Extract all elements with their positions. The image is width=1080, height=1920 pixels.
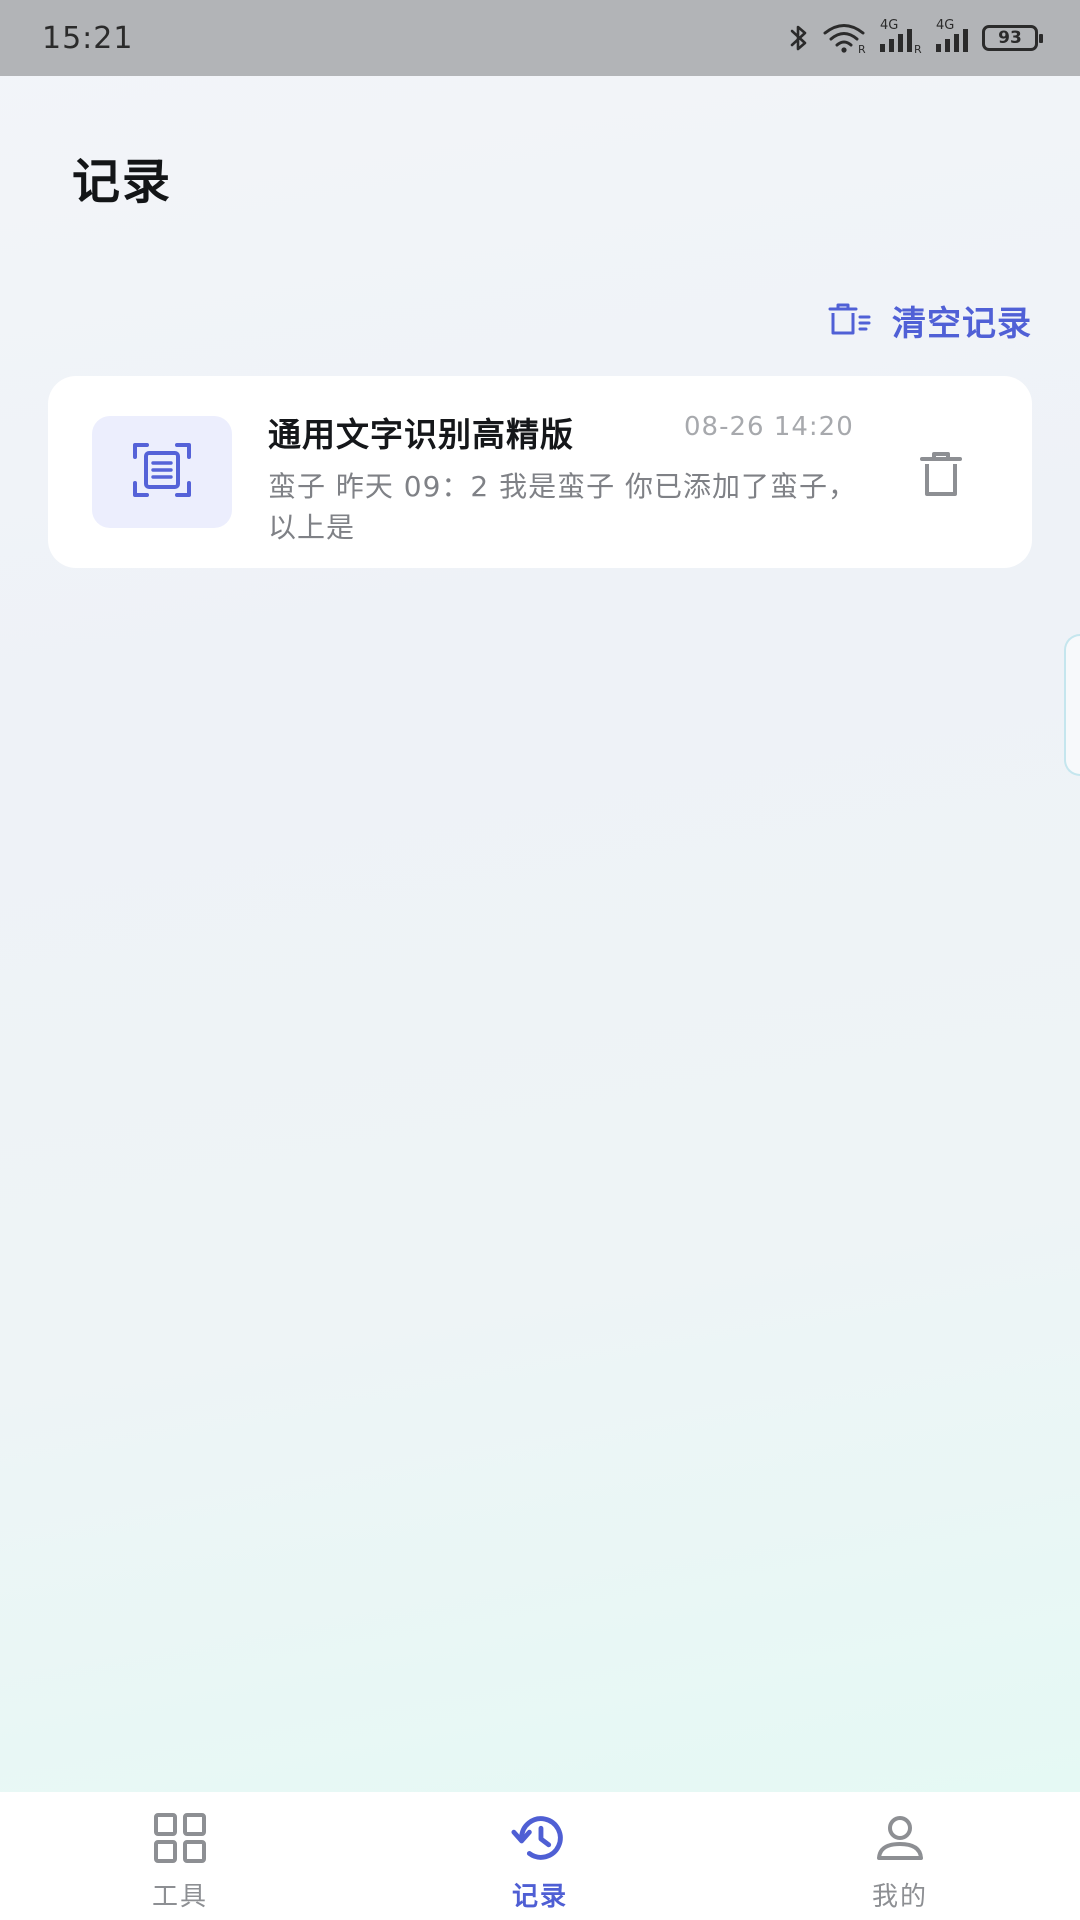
nav-label-profile: 我的 bbox=[871, 1882, 928, 1912]
page-title: 记录 bbox=[72, 154, 173, 210]
floating-edge-handle[interactable] bbox=[1064, 634, 1080, 776]
delete-icon[interactable] bbox=[918, 450, 964, 500]
record-timestamp: 08-26 14:20 bbox=[684, 412, 854, 442]
svg-text:R: R bbox=[914, 43, 922, 54]
signal-icon: 4G bbox=[932, 18, 972, 54]
nav-item-tools[interactable]: 工具 bbox=[0, 1792, 360, 1920]
record-icon-box bbox=[92, 416, 232, 528]
status-time: 15:21 bbox=[42, 20, 134, 56]
user-icon bbox=[870, 1810, 930, 1866]
nav-label-tools: 工具 bbox=[151, 1882, 208, 1912]
bluetooth-icon bbox=[786, 23, 812, 53]
wifi-icon: R bbox=[822, 22, 866, 54]
scan-text-icon bbox=[131, 441, 193, 503]
clear-records-label: 清空记录 bbox=[892, 304, 1032, 344]
nav-item-records[interactable]: 记录 bbox=[360, 1792, 720, 1920]
nav-label-records: 记录 bbox=[511, 1882, 568, 1912]
battery-icon: 93 bbox=[982, 25, 1043, 51]
nav-item-profile[interactable]: 我的 bbox=[720, 1792, 1080, 1920]
record-title: 通用文字识别高精版 bbox=[268, 415, 574, 454]
history-icon bbox=[510, 1810, 570, 1866]
clear-records-button[interactable]: 清空记录 bbox=[826, 296, 1032, 345]
record-preview: 蛮子 昨天 09：2 我是蛮子 你已添加了蛮子，以上是 bbox=[268, 470, 858, 544]
signal-icon: 4G R bbox=[876, 18, 922, 54]
clear-list-icon bbox=[826, 301, 872, 341]
svg-text:R: R bbox=[858, 43, 866, 54]
bottom-nav: 工具 记录 我的 bbox=[0, 1792, 1080, 1920]
record-item[interactable]: 通用文字识别高精版 08-26 14:20 蛮子 昨天 09：2 我是蛮子 你已… bbox=[48, 376, 1032, 568]
status-bar: 15:21 R 4G R 4G 93 bbox=[0, 0, 1080, 76]
status-icons: R 4G R 4G 93 bbox=[786, 18, 1043, 54]
grid-icon bbox=[150, 1810, 210, 1866]
